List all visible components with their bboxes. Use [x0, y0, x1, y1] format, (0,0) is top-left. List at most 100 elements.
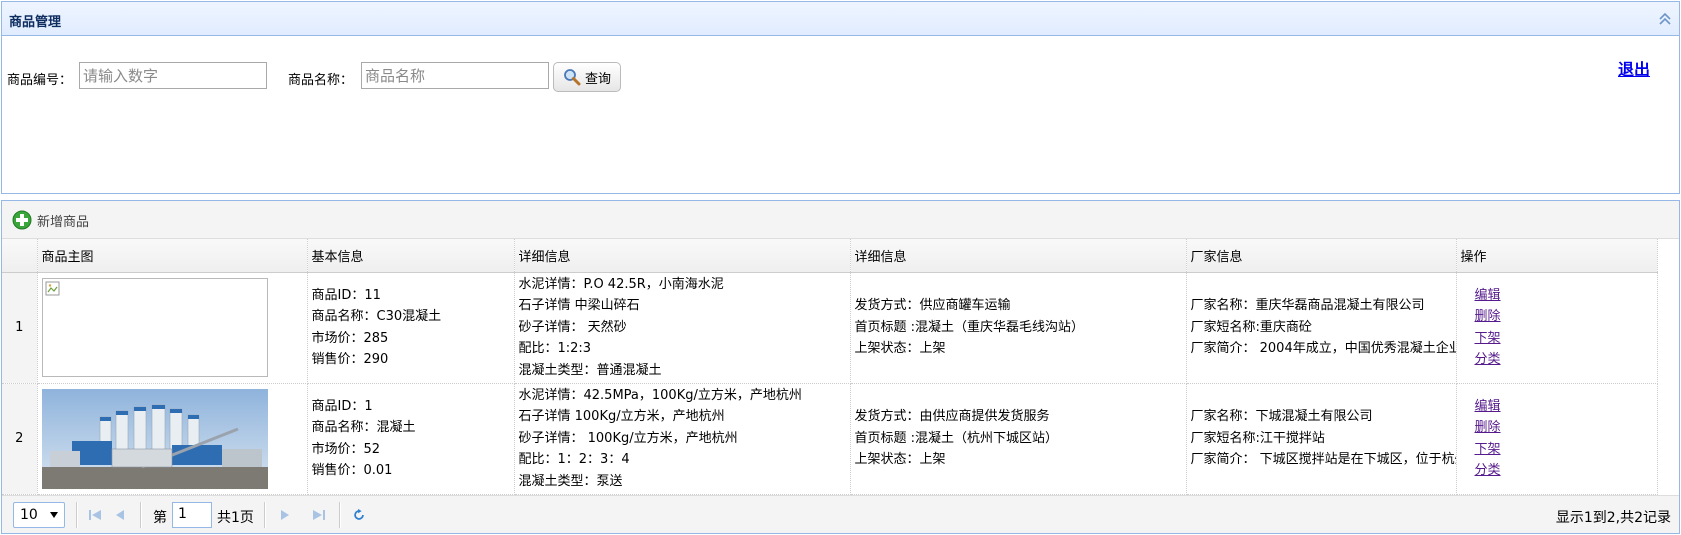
table-row[interactable]: 1 商品ID：11 商品名称：C30混凝土 市场价：285 销售价：290 水泥… [2, 272, 1658, 384]
product-id-input[interactable] [79, 62, 267, 89]
edit-link[interactable]: 编辑 [1461, 285, 1653, 307]
product-grid-panel: 新增商品 商品主图 基本信息 详细信息 详细信息 厂家信息 操作 1 商品ID：… [1, 200, 1680, 534]
vendor-line: 厂家短名称:重庆商砼 [1190, 319, 1312, 335]
product-image-broken [41, 278, 268, 377]
column-header[interactable]: 详细信息 [850, 239, 1187, 273]
search-panel: 商品管理 商品编号： 商品名称： 查询 退出 [1, 1, 1680, 194]
basic-info-line: 商品名称：混凝土 [311, 420, 416, 435]
vendor-line: 厂家简介： 2004年成立，中国优秀混凝土企业 [1190, 341, 1456, 357]
shipping-info-cell: 发货方式：供应商罐车运输 首页标题 :混凝土（重庆华磊毛线沟站） 上架状态：上架 [850, 272, 1187, 384]
column-header[interactable]: 商品主图 [37, 239, 308, 273]
detail-line: 水泥详情：P.O 42.5R，小南海水泥 [518, 276, 724, 292]
shipping-line: 发货方式：由供应商提供发货服务 [854, 409, 1050, 425]
page-total: 共1页 [217, 510, 254, 526]
shipping-line: 首页标题 :混凝土（杭州下城区站） [854, 430, 1059, 446]
last-page-icon[interactable] [311, 508, 327, 522]
prev-page-icon[interactable] [112, 508, 128, 522]
shipping-line: 发货方式：供应商罐车运输 [854, 298, 1011, 314]
collapse-icon[interactable] [1657, 11, 1673, 27]
shipping-line: 上架状态：上架 [854, 452, 946, 468]
page-size-select[interactable]: 10 [13, 502, 65, 528]
product-image-cell [37, 272, 308, 384]
basic-info-cell: 商品ID：11 商品名称：C30混凝土 市场价：285 销售价：290 [307, 272, 515, 384]
grid-toolbar: 新增商品 [2, 201, 1679, 239]
table-header-row: 商品主图 基本信息 详细信息 详细信息 厂家信息 操作 [2, 239, 1658, 273]
shipping-info-cell: 发货方式：由供应商提供发货服务 首页标题 :混凝土（杭州下城区站） 上架状态：上… [850, 383, 1187, 495]
add-product-button[interactable]: 新增商品 [12, 210, 89, 230]
shipping-line: 首页标题 :混凝土（重庆华磊毛线沟站） [854, 319, 1085, 335]
chevron-down-icon [50, 512, 58, 518]
row-number: 2 [2, 383, 38, 495]
basic-info-line: 商品ID：1 [311, 398, 373, 414]
basic-info-line: 销售价：0.01 [311, 463, 393, 478]
vendor-info-cell: 厂家名称：重庆华磊商品混凝土有限公司 厂家短名称:重庆商砼 厂家简介： 2004… [1186, 272, 1457, 384]
row-number: 1 [2, 272, 38, 384]
delete-link[interactable]: 删除 [1461, 417, 1653, 439]
column-header[interactable]: 基本信息 [307, 239, 515, 273]
rownum-header [2, 239, 38, 273]
first-page-icon[interactable] [87, 508, 103, 522]
product-table: 商品主图 基本信息 详细信息 详细信息 厂家信息 操作 1 商品ID：11 商品… [2, 239, 1658, 495]
basic-info-line: 市场价：285 [311, 330, 389, 346]
detail-line: 砂子详情： 100Kg/立方米，产地杭州 [518, 430, 738, 446]
vendor-line: 厂家短名称:江干搅拌站 [1190, 430, 1325, 446]
detail-line: 配比：1:2:3 [518, 341, 592, 357]
page-size-value: 10 [20, 507, 38, 523]
next-page-icon[interactable] [277, 508, 293, 522]
basic-info-line: 市场价：52 [311, 441, 381, 457]
table-row[interactable]: 2 商品ID：1 商品名称：混凝土 市场价：52 销售价：0.01 水泥详情：4… [2, 383, 1658, 495]
pager-separator [140, 502, 142, 528]
column-header[interactable]: 详细信息 [514, 239, 851, 273]
concrete-plant-photo [41, 388, 268, 489]
page-prefix: 第 [153, 510, 167, 526]
detail-line: 配比：1：2：3：4 [518, 452, 630, 468]
basic-info-cell: 商品ID：1 商品名称：混凝土 市场价：52 销售价：0.01 [307, 383, 515, 495]
broken-image-icon [45, 281, 59, 296]
page-number-input[interactable]: 1 [172, 502, 212, 528]
detail-line: 砂子详情： 天然砂 [518, 319, 627, 335]
query-button-label: 查询 [584, 71, 611, 87]
edit-link[interactable]: 编辑 [1461, 396, 1653, 418]
add-icon [12, 210, 32, 230]
pager-separator [339, 502, 341, 528]
refresh-icon[interactable] [351, 508, 367, 522]
vendor-line: 厂家名称：下城混凝土有限公司 [1190, 409, 1373, 425]
column-header[interactable]: 操作 [1456, 239, 1658, 273]
detail-line: 混凝土类型：泵送 [518, 473, 623, 489]
vendor-line: 厂家简介： 下城区搅拌站是在下城区，位于杭州 [1190, 452, 1456, 468]
basic-info-line: 商品名称：C30混凝土 [311, 309, 442, 324]
detail-line: 混凝土类型：普通混凝土 [518, 362, 662, 378]
product-name-label: 商品名称： [288, 73, 354, 88]
detail-line: 石子详情 中梁山碎石 [518, 298, 640, 314]
operations-cell: 编辑 删除 下架 分类 [1456, 383, 1658, 495]
pagination-bar: 10 第 1 共1页 显示1到2,共2记录 [2, 495, 1679, 533]
category-link[interactable]: 分类 [1461, 460, 1653, 482]
search-icon [564, 69, 581, 86]
unlist-link[interactable]: 下架 [1461, 439, 1653, 461]
panel-header: 商品管理 [2, 2, 1679, 36]
product-image-cell [37, 383, 308, 495]
column-header[interactable]: 厂家信息 [1186, 239, 1457, 273]
vendor-info-cell: 厂家名称：下城混凝土有限公司 厂家短名称:江干搅拌站 厂家简介： 下城区搅拌站是… [1186, 383, 1457, 495]
shipping-line: 上架状态：上架 [854, 341, 946, 357]
record-info: 显示1到2,共2记录 [1555, 510, 1671, 526]
query-button[interactable]: 查询 [553, 62, 621, 92]
detail-line: 水泥详情：42.5MPa，100Kg/立方米，产地杭州 [518, 387, 802, 403]
basic-info-line: 商品ID：11 [311, 287, 381, 303]
detail-info-cell: 水泥详情：P.O 42.5R，小南海水泥 石子详情 中梁山碎石 砂子详情： 天然… [514, 272, 851, 384]
product-id-label: 商品编号： [7, 73, 73, 88]
pager-separator [76, 502, 78, 528]
operations-cell: 编辑 删除 下架 分类 [1456, 272, 1658, 384]
detail-line: 石子详情 100Kg/立方米，产地杭州 [518, 409, 725, 425]
panel-title: 商品管理 [9, 15, 62, 30]
delete-link[interactable]: 删除 [1461, 306, 1653, 328]
basic-info-line: 销售价：290 [311, 352, 389, 367]
detail-info-cell: 水泥详情：42.5MPa，100Kg/立方米，产地杭州 石子详情 100Kg/立… [514, 383, 851, 495]
category-link[interactable]: 分类 [1461, 349, 1653, 371]
unlist-link[interactable]: 下架 [1461, 328, 1653, 350]
product-name-input[interactable] [361, 62, 549, 89]
add-product-label: 新增商品 [37, 214, 90, 230]
vendor-line: 厂家名称：重庆华磊商品混凝土有限公司 [1190, 298, 1425, 314]
pager-separator [264, 502, 266, 528]
logout-link[interactable]: 退出 [1618, 56, 1650, 80]
